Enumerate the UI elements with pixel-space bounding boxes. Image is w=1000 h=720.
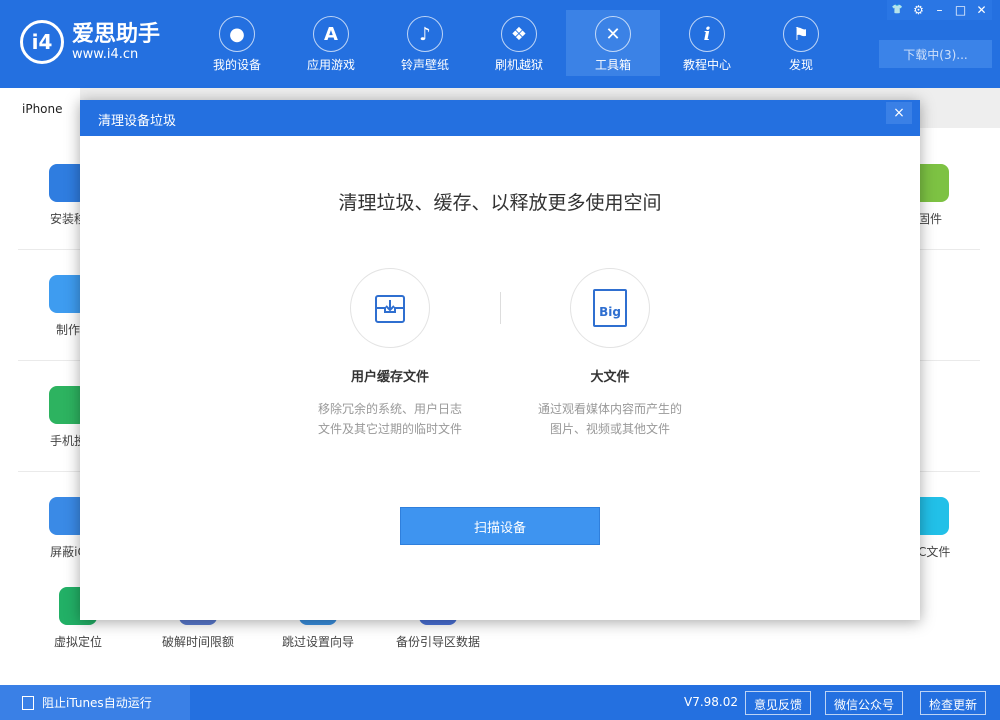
- app-store-icon: A: [313, 16, 349, 52]
- nav-tutorials[interactable]: i 教程中心: [660, 10, 754, 76]
- info-icon: i: [689, 16, 725, 52]
- option-desc: 通过观看媒体内容而产生的: [537, 402, 682, 416]
- tool-label: 虚拟定位: [53, 635, 102, 649]
- dialog-close-button[interactable]: ×: [886, 102, 912, 124]
- tool-label: 制作: [55, 323, 80, 337]
- dialog-title: 清理设备垃圾: [98, 114, 177, 129]
- nav-label: 铃声壁纸: [400, 58, 449, 72]
- option-name: 大文件: [590, 370, 630, 385]
- tool-label: 破解时间限额: [161, 635, 234, 649]
- checkbox[interactable]: [22, 695, 34, 710]
- nav-discover[interactable]: ⚑ 发现: [754, 10, 848, 76]
- feedback-button[interactable]: 意见反馈: [745, 691, 812, 715]
- tool-label: 备份引导区数据: [395, 635, 480, 649]
- tools-icon: ✕: [595, 16, 631, 52]
- skin-icon[interactable]: 👕: [887, 0, 908, 20]
- itunes-label: 阻止iTunes自动运行: [42, 696, 152, 710]
- option-large-files[interactable]: Big 大文件 通过观看媒体内容而产生的 图片、视频或其他文件: [510, 268, 710, 439]
- maximize-button[interactable]: □: [950, 0, 971, 20]
- window-controls: 👕 ⚙ – □ ✕: [887, 0, 992, 20]
- dialog-heading: 清理垃圾、缓存、以释放更多使用空间: [338, 192, 662, 214]
- nav-label: 我的设备: [212, 58, 261, 72]
- tool-label: 跳过设置向导: [281, 635, 354, 649]
- block-itunes-toggle[interactable]: 阻止iTunes自动运行: [0, 685, 190, 720]
- apple-icon: ●: [219, 16, 255, 52]
- option-desc: 图片、视频或其他文件: [549, 422, 670, 436]
- wechat-button[interactable]: 微信公众号: [825, 691, 904, 715]
- scan-device-button[interactable]: 扫描设备: [400, 507, 600, 545]
- app-logo: i4 爱思助手 www.i4.cn: [20, 20, 160, 64]
- logo-icon: i4: [20, 20, 64, 64]
- dialog-header: 清理设备垃圾 ×: [80, 100, 920, 136]
- tab-iphone[interactable]: iPhone: [0, 88, 80, 128]
- status-bar: 阻止iTunes自动运行 V7.98.02 意见反馈 微信公众号 检查更新: [0, 685, 1000, 720]
- box-icon: ❖: [501, 16, 537, 52]
- nav-toolbox[interactable]: ✕ 工具箱: [566, 10, 660, 76]
- flag-icon: ⚑: [783, 16, 819, 52]
- tool-label: 固件: [917, 212, 942, 226]
- top-bar: i4 爱思助手 www.i4.cn ● 我的设备 A 应用游戏 ♪ 铃声壁纸 ❖ 刷机越…: [0, 0, 1000, 88]
- nav-apps[interactable]: A 应用游戏: [284, 10, 378, 76]
- option-name: 用户缓存文件: [350, 370, 429, 385]
- nav-ringtones[interactable]: ♪ 铃声壁纸: [378, 10, 472, 76]
- main-nav: ● 我的设备 A 应用游戏 ♪ 铃声壁纸 ❖ 刷机越狱 ✕ 工具箱 i 教程中心 ⚑ 发现: [190, 10, 848, 76]
- downloads-button[interactable]: 下载中(3)...: [879, 40, 992, 68]
- divider: [500, 292, 501, 324]
- check-update-button[interactable]: 检查更新: [920, 691, 987, 715]
- nav-label: 发现: [788, 58, 813, 72]
- big-label: Big: [593, 289, 627, 327]
- music-icon: ♪: [407, 16, 443, 52]
- nav-label: 工具箱: [594, 58, 631, 72]
- close-button[interactable]: ✕: [971, 0, 992, 20]
- settings-icon[interactable]: ⚙: [908, 0, 929, 20]
- big-file-icon: Big: [570, 268, 650, 348]
- option-desc: 文件及其它过期的临时文件: [317, 422, 462, 436]
- option-desc: 移除冗余的系统、用户日志: [317, 402, 462, 416]
- clean-junk-dialog: 清理设备垃圾 × 清理垃圾、缓存、以释放更多使用空间 用户缓存文件 移除冗余的系…: [80, 100, 920, 620]
- nav-my-device[interactable]: ● 我的设备: [190, 10, 284, 76]
- option-user-cache[interactable]: 用户缓存文件 移除冗余的系统、用户日志 文件及其它过期的临时文件: [290, 268, 490, 439]
- nav-label: 应用游戏: [306, 58, 355, 72]
- nav-label: 刷机越狱: [494, 58, 543, 72]
- version-label: V7.98.02: [684, 695, 739, 709]
- nav-flash[interactable]: ❖ 刷机越狱: [472, 10, 566, 76]
- minimize-button[interactable]: –: [929, 0, 950, 20]
- nav-label: 教程中心: [682, 58, 731, 72]
- inbox-download-icon: [350, 268, 430, 348]
- logo-url: www.i4.cn: [72, 46, 139, 62]
- logo-name: 爱思助手: [72, 21, 161, 47]
